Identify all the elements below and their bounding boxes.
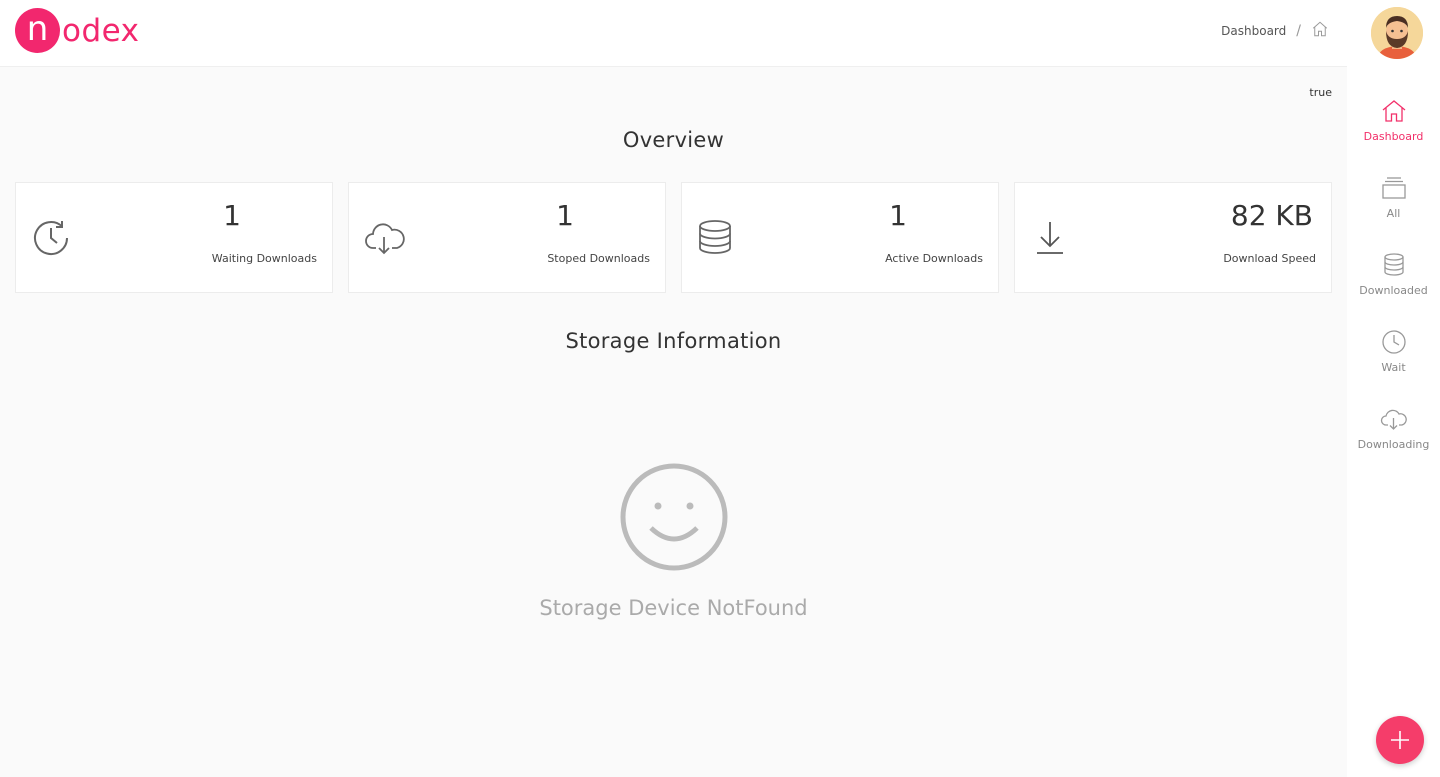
add-download-button[interactable] [1376, 716, 1424, 764]
home-icon [1347, 98, 1440, 124]
sidebar-item-downloaded[interactable]: Downloaded [1347, 252, 1440, 297]
top-header: n odex Dashboard / [0, 0, 1347, 67]
active-downloads-value: 1 [889, 199, 907, 232]
cloud-download-icon [364, 218, 405, 258]
download-arrow-icon [1030, 218, 1070, 258]
waiting-downloads-label: Waiting Downloads [211, 252, 317, 265]
breadcrumb-current[interactable]: Dashboard [1221, 24, 1286, 38]
sidebar-item-wait[interactable]: Wait [1347, 329, 1440, 374]
clock-icon [1347, 329, 1440, 355]
app-logo[interactable]: n odex [15, 8, 140, 53]
home-icon[interactable] [1311, 20, 1329, 41]
stopped-downloads-label: Stoped Downloads [547, 252, 650, 265]
storage-empty-message: Storage Device NotFound [539, 596, 808, 620]
logo-text: odex [62, 12, 140, 49]
overview-title: Overview [622, 128, 725, 152]
database-icon [697, 218, 737, 258]
active-downloads-label: Active Downloads [885, 252, 983, 265]
download-speed-card[interactable]: 82 KB Download Speed [1014, 182, 1332, 293]
stopped-downloads-value: 1 [556, 199, 574, 232]
waiting-downloads-value: 1 [223, 199, 241, 232]
breadcrumb-separator: / [1296, 22, 1301, 39]
sidebar-item-label: Dashboard [1363, 130, 1424, 143]
cloud-download-icon [1347, 406, 1440, 432]
avatar[interactable] [1371, 7, 1423, 59]
stack-icon [1347, 175, 1440, 201]
download-speed-value: 82 KB [1230, 199, 1313, 232]
plus-icon [1376, 731, 1424, 768]
sidebar-item-all[interactable]: All [1347, 175, 1440, 220]
smiley-icon [619, 462, 729, 572]
storage-title: Storage Information [565, 329, 782, 353]
sidebar-item-label: Wait [1381, 361, 1406, 374]
breadcrumb: Dashboard / [1221, 20, 1329, 41]
waiting-downloads-card[interactable]: 1 Waiting Downloads [15, 182, 333, 293]
sidebar-item-label: Downloading [1357, 438, 1430, 451]
download-speed-label: Download Speed [1223, 252, 1316, 265]
sidebar-item-downloading[interactable]: Downloading [1347, 406, 1440, 451]
sidebar-item-label: All [1386, 207, 1401, 220]
active-downloads-card[interactable]: 1 Active Downloads [681, 182, 999, 293]
sidebar-item-label: Downloaded [1359, 284, 1428, 297]
sidebar-item-dashboard[interactable]: Dashboard [1347, 98, 1440, 143]
logo-badge: n [15, 8, 60, 53]
database-icon [1347, 252, 1440, 278]
stopped-downloads-card[interactable]: 1 Stoped Downloads [348, 182, 666, 293]
right-sidebar: Dashboard All Downloaded Wait Downloadin… [1347, 0, 1440, 777]
status-text: true [1309, 86, 1332, 99]
clock-refresh-icon [31, 218, 71, 258]
